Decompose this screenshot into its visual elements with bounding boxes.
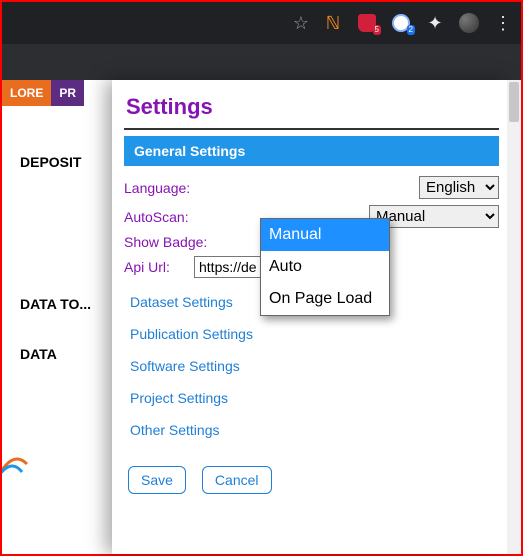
link-software-settings[interactable]: Software Settings (130, 358, 493, 374)
page-tab-pr[interactable]: PR (51, 80, 84, 106)
autoscan-dropdown[interactable]: Manual Auto On Page Load (260, 218, 390, 316)
page-background: LORE PR DEPOSIT DATA TO... DATA (2, 80, 112, 554)
sidebar-item-deposit[interactable]: DEPOSIT (2, 146, 112, 178)
sidebar-item-data[interactable]: DATA (2, 338, 112, 370)
link-publication-settings[interactable]: Publication Settings (130, 326, 493, 342)
menu-kebab-icon[interactable]: ⋮ (493, 13, 513, 33)
settings-panel: Settings General Settings Language: Engl… (112, 80, 511, 554)
link-project-settings[interactable]: Project Settings (130, 390, 493, 406)
bookmark-star-icon[interactable]: ☆ (293, 13, 309, 34)
globe-badge: 2 (407, 25, 415, 35)
title-divider (124, 128, 499, 130)
cancel-button[interactable]: Cancel (202, 466, 272, 494)
general-settings-header: General Settings (124, 136, 499, 166)
globe-extension-icon[interactable]: 2 (391, 13, 411, 33)
dropdown-option-auto[interactable]: Auto (261, 251, 389, 283)
panel-scrollbar-track[interactable] (507, 80, 521, 554)
shield-badge: 5 (373, 25, 381, 35)
sidebar-item-datato[interactable]: DATA TO... (2, 288, 112, 320)
dropdown-option-manual[interactable]: Manual (261, 219, 389, 251)
autoscan-label: AutoScan: (124, 209, 224, 225)
language-label: Language: (124, 180, 224, 196)
link-other-settings[interactable]: Other Settings (130, 422, 493, 438)
apiurl-label: Api Url: (124, 259, 184, 275)
browser-toolbar: ☆ ℕ 5 2 ✦ ⋮ (2, 2, 521, 44)
profile-avatar[interactable] (459, 13, 479, 33)
save-button[interactable]: Save (128, 466, 186, 494)
page-tab-explore[interactable]: LORE (2, 80, 51, 106)
extensions-icon[interactable]: ✦ (425, 13, 445, 33)
swirl-decoration-icon (2, 444, 32, 484)
browser-bookmarks-bar (2, 44, 521, 80)
dropdown-option-onpageload[interactable]: On Page Load (261, 283, 389, 315)
shield-extension-icon[interactable]: 5 (357, 13, 377, 33)
rss-icon[interactable]: ℕ (323, 13, 343, 33)
language-select[interactable]: English (419, 176, 499, 199)
showbadge-label: Show Badge: (124, 234, 224, 250)
panel-scrollbar-thumb[interactable] (509, 82, 519, 122)
settings-title: Settings (126, 94, 499, 120)
